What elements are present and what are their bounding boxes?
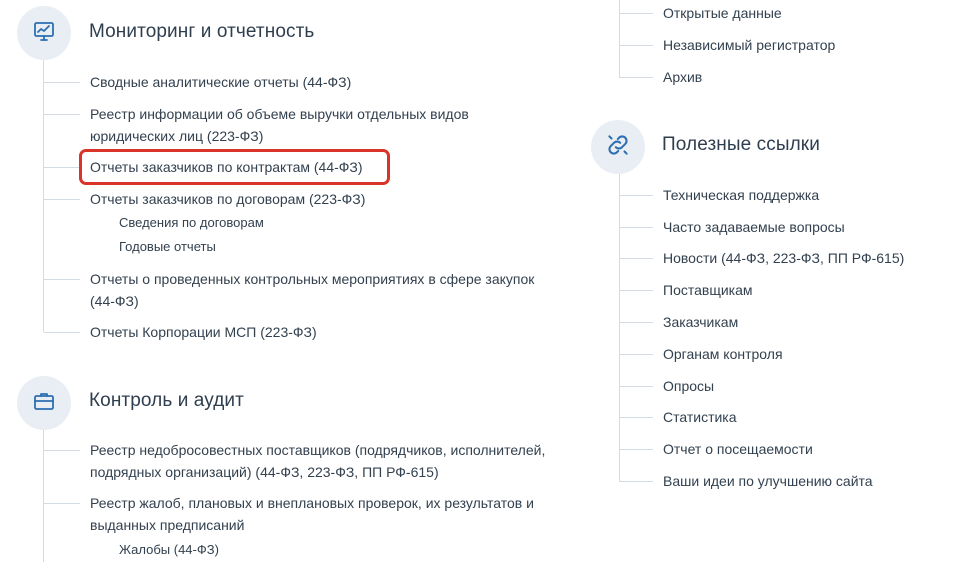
monitoring-tree-line [43,60,44,332]
link-open-data[interactable]: Открытые данные [619,2,782,24]
useful-icon-circle [591,120,645,174]
link-control-bodies[interactable]: Органам контроля [619,343,783,365]
audit-heading: Контроль и аудит [89,390,244,411]
link-complaints-registry[interactable]: Реестр жалоб, плановых и внеплановых про… [44,492,550,536]
link-customers[interactable]: Заказчикам [618,311,738,333]
sublink-annual-reports[interactable]: Годовые отчеты [119,237,216,257]
link-msp-reports[interactable]: Отчеты Корпорации МСП (223-ФЗ) [44,321,317,343]
monitoring-icon-circle [17,6,71,60]
chain-link-icon [605,132,631,163]
monitoring-heading: Мониторинг и отчетность [89,21,315,42]
link-site-ideas[interactable]: Ваши идеи по улучшению сайта [619,470,873,492]
link-revenue-registry[interactable]: Реестр информации об объеме выручки отде… [44,103,510,147]
link-independent-registrar[interactable]: Независимый регистратор [618,34,835,56]
link-customer-agreement-reports[interactable]: Отчеты заказчиков по договорам (223-ФЗ) [43,188,365,210]
link-summary-reports[interactable]: Сводные аналитические отчеты (44-ФЗ) [43,71,351,93]
useful-tree-line [619,174,620,482]
useful-heading: Полезные ссылки [662,134,820,155]
link-statistics[interactable]: Статистика [619,406,737,428]
top-tree-line [619,0,620,78]
link-tech-support[interactable]: Техническая поддержка [618,184,819,206]
audit-icon-circle [17,376,71,430]
link-surveys[interactable]: Опросы [618,375,714,397]
link-faq[interactable]: Часто задаваемые вопросы [619,216,845,238]
link-attendance-report[interactable]: Отчет о посещаемости [619,438,813,460]
link-archive[interactable]: Архив [618,66,702,88]
monitor-chart-icon [32,19,56,48]
link-suppliers[interactable]: Поставщикам [619,279,753,301]
link-news[interactable]: Новости (44-ФЗ, 223-ФЗ, ПП РФ-615) [618,247,904,269]
link-control-events-reports[interactable]: Отчеты о проведенных контрольных меропри… [44,268,560,312]
sublink-complaints[interactable]: Жалобы (44-ФЗ) [119,540,219,560]
link-unscrupulous-suppliers[interactable]: Реестр недобросовестных поставщиков (под… [44,439,565,483]
highlight-frame [79,149,390,185]
briefcase-icon [32,389,56,418]
sublink-agreement-info[interactable]: Сведения по договорам [119,213,264,233]
